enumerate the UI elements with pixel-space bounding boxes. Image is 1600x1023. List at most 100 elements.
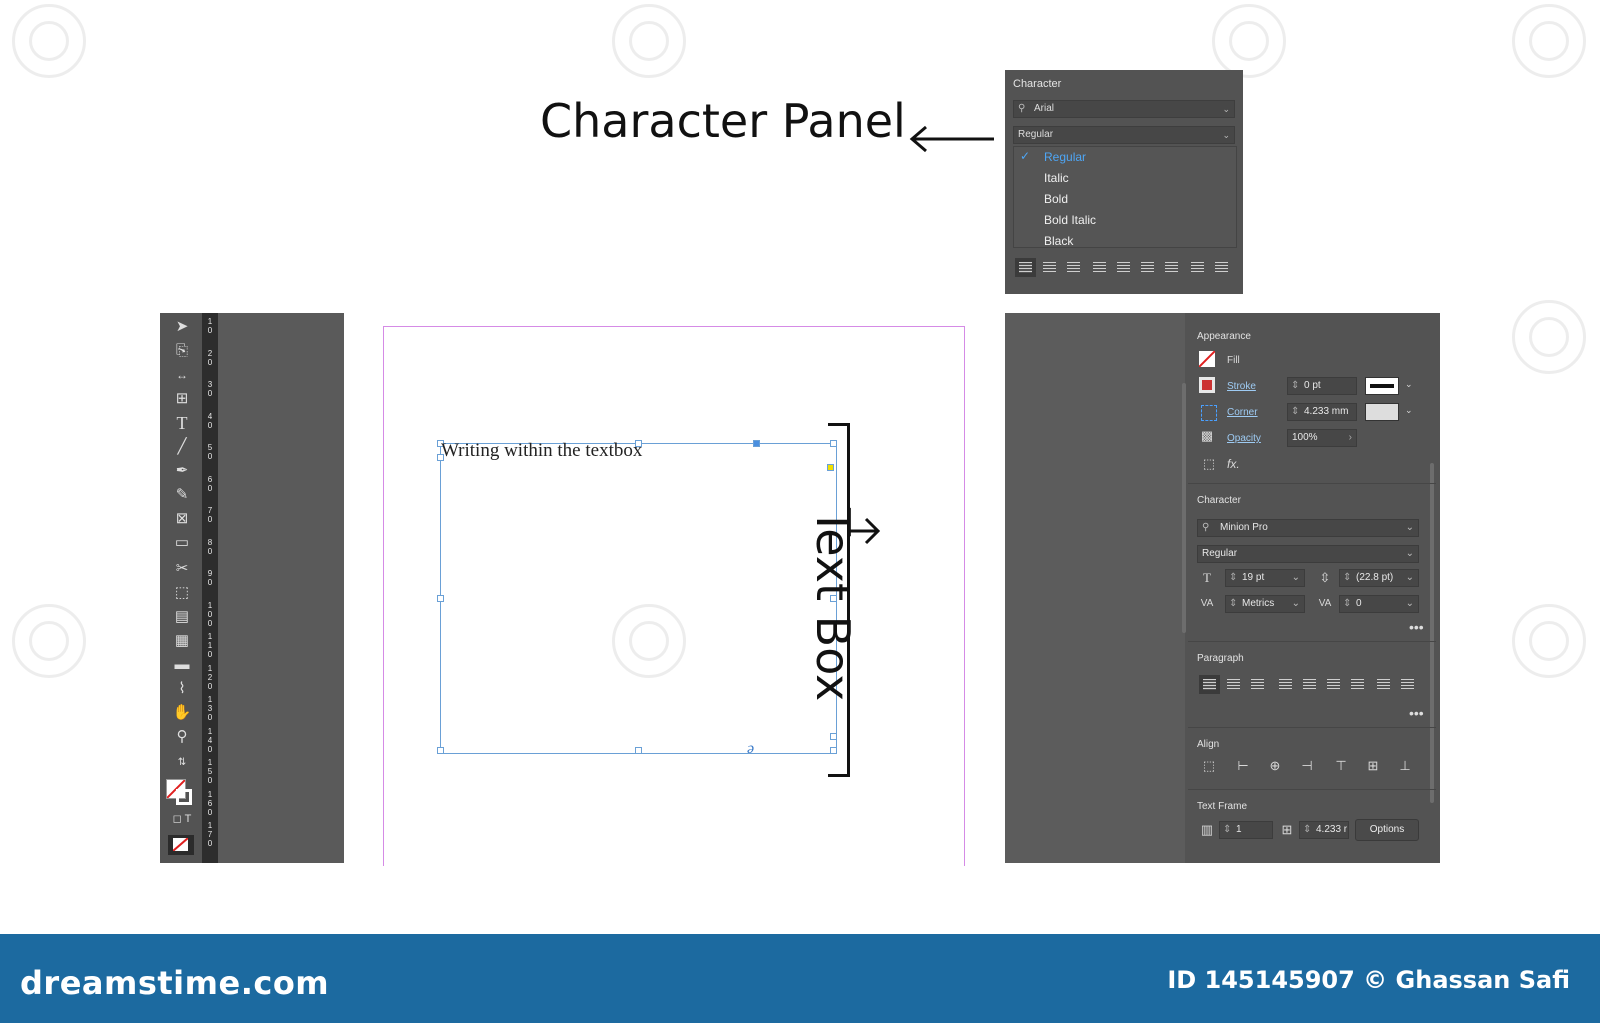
font-family-value: Minion Pro: [1220, 522, 1268, 533]
ruler-tick-label: 90: [207, 569, 213, 587]
panel-scrollbar[interactable]: [1182, 383, 1186, 633]
justify-right-icon[interactable]: [1141, 262, 1154, 273]
align-towards-spine-icon[interactable]: [1377, 679, 1390, 690]
align-towards-spine-icon[interactable]: [1191, 262, 1204, 273]
opacity-field[interactable]: 100% ›: [1287, 429, 1357, 447]
type-tool-icon[interactable]: T: [172, 413, 192, 433]
align-away-from-spine-icon[interactable]: [1401, 679, 1414, 690]
justify-all-icon[interactable]: [1351, 679, 1364, 690]
stepper-icon: ⇕: [1303, 824, 1312, 835]
align-away-from-spine-icon[interactable]: [1215, 262, 1228, 273]
align-left-icon[interactable]: [1015, 258, 1036, 277]
tracking-field[interactable]: 0 ⇕ ⌄: [1339, 595, 1419, 613]
ruler-tick-label: 130: [207, 695, 213, 722]
effects-icon[interactable]: fx.: [1227, 457, 1240, 471]
stroke-link[interactable]: Stroke: [1227, 381, 1256, 392]
font-style-dropdown[interactable]: Regular ⌄: [1013, 126, 1235, 144]
stroke-weight-value: 0 pt: [1304, 380, 1321, 391]
swap-fill-stroke-icon[interactable]: ⇅: [172, 753, 192, 773]
opacity-value: 100%: [1292, 432, 1318, 443]
free-transform-tool-icon[interactable]: ⬚: [172, 583, 192, 603]
menu-item-regular[interactable]: Regular: [1044, 150, 1086, 164]
stroke-type-dropdown[interactable]: [1365, 377, 1399, 395]
frame-fitting-icon[interactable]: ⬚: [1201, 457, 1217, 471]
ruler-tick-label: 50: [207, 443, 213, 461]
page-tool-icon[interactable]: ⎘: [172, 341, 192, 361]
ruler-tick-label: 80: [207, 537, 213, 556]
corner-options-icon[interactable]: [1201, 405, 1217, 421]
justify-all-icon[interactable]: [1165, 262, 1178, 273]
more-options-icon[interactable]: •••: [1409, 705, 1424, 721]
font-family-dropdown[interactable]: ⚲ Arial ⌄: [1013, 100, 1235, 118]
note-tool-icon[interactable]: ▬: [172, 655, 192, 675]
menu-item-bold[interactable]: Bold: [1044, 192, 1068, 206]
align-horizontal-centers-icon[interactable]: ⊕: [1267, 759, 1283, 773]
hand-tool-icon[interactable]: ✋: [172, 703, 192, 723]
stroke-weight-field[interactable]: 0 pt ⇕: [1287, 377, 1357, 395]
align-to-selection-icon[interactable]: ⬚: [1201, 759, 1217, 773]
resize-handle[interactable]: [437, 747, 444, 754]
watermark-footer: dreamstime.com ID 145145907 © Ghassan Sa…: [0, 934, 1600, 1023]
align-left-icon[interactable]: [1199, 675, 1220, 694]
formatting-container-icon[interactable]: ◻ T: [172, 809, 192, 829]
font-family-dropdown[interactable]: ⚲ Minion Pro ⌄: [1197, 519, 1419, 537]
selection-tool-icon[interactable]: ➤: [172, 317, 192, 337]
align-right-icon[interactable]: [1251, 679, 1264, 690]
resize-handle[interactable]: [437, 595, 444, 602]
menu-item-bold-italic[interactable]: Bold Italic: [1044, 213, 1096, 227]
align-vertical-centers-icon[interactable]: ⊞: [1365, 759, 1381, 773]
rectangle-frame-tool-icon[interactable]: ⊠: [172, 509, 192, 529]
stroke-swatch-icon[interactable]: [176, 789, 192, 805]
more-options-icon[interactable]: •••: [1409, 619, 1424, 635]
font-size-field[interactable]: 19 pt ⇕ ⌄: [1225, 569, 1305, 587]
justify-left-icon[interactable]: [1279, 679, 1292, 690]
resize-handle[interactable]: [635, 747, 642, 754]
properties-scrollbar[interactable]: [1430, 463, 1434, 803]
menu-item-italic[interactable]: Italic: [1044, 171, 1069, 185]
zoom-tool-icon[interactable]: ⚲: [172, 727, 192, 747]
gradient-feather-tool-icon[interactable]: ▦: [172, 631, 192, 651]
justify-center-icon[interactable]: [1303, 679, 1316, 690]
align-right-edges-icon[interactable]: ⊣: [1299, 759, 1315, 773]
ruler-tick-label: 170: [207, 821, 213, 848]
align-center-icon[interactable]: [1227, 679, 1240, 690]
kerning-field[interactable]: Metrics ⇕ ⌄: [1225, 595, 1305, 613]
toolbar: ➤ ⎘ ↔ ⊞ T ╱ ✒ ✎ ⊠ ▭ ✂ ⬚ ▤ ▦ ▬ ⌇ ✋ ⚲ ⇅ ◻ …: [160, 313, 206, 863]
corner-shape-dropdown[interactable]: [1365, 403, 1399, 421]
align-right-icon[interactable]: [1067, 262, 1080, 273]
content-collector-icon[interactable]: ⊞: [172, 389, 192, 409]
apply-none-icon[interactable]: [168, 835, 194, 855]
in-port-handle[interactable]: [753, 440, 760, 447]
stepper-icon: ⇕: [1223, 824, 1232, 835]
corner-size-field[interactable]: 4.233 mm ⇕: [1287, 403, 1357, 421]
scissors-tool-icon[interactable]: ✂: [172, 559, 192, 579]
pen-tool-icon[interactable]: ✒: [172, 461, 192, 481]
font-family-value: Arial: [1034, 103, 1055, 114]
align-center-icon[interactable]: [1043, 262, 1056, 273]
align-bottom-edges-icon[interactable]: ⊥: [1397, 759, 1413, 773]
gutter-field[interactable]: 4.233 r ⇕: [1299, 821, 1349, 839]
fill-swatch-icon[interactable]: [1198, 350, 1216, 368]
corner-link[interactable]: Corner: [1227, 407, 1258, 418]
panel-dock-area: [1005, 313, 1185, 863]
eyedropper-tool-icon[interactable]: ⌇: [172, 679, 192, 699]
justify-right-icon[interactable]: [1327, 679, 1340, 690]
leading-field[interactable]: (22.8 pt) ⇕ ⌄: [1339, 569, 1419, 587]
rectangle-tool-icon[interactable]: ▭: [172, 533, 192, 553]
line-tool-icon[interactable]: ╱: [172, 437, 192, 457]
justify-center-icon[interactable]: [1117, 262, 1130, 273]
chevron-down-icon: ⌄: [1405, 405, 1413, 415]
pencil-tool-icon[interactable]: ✎: [172, 485, 192, 505]
align-top-edges-icon[interactable]: ⊤: [1333, 759, 1349, 773]
font-style-dropdown[interactable]: Regular ⌄: [1197, 545, 1419, 563]
gradient-swatch-tool-icon[interactable]: ▤: [172, 607, 192, 627]
stroke-swatch-icon[interactable]: [1199, 377, 1215, 393]
align-left-edges-icon[interactable]: ⊢: [1235, 759, 1251, 773]
justify-left-icon[interactable]: [1093, 262, 1106, 273]
text-frame-options-button[interactable]: Options: [1355, 819, 1419, 841]
columns-field[interactable]: 1 ⇕: [1219, 821, 1273, 839]
opacity-link[interactable]: Opacity: [1227, 433, 1261, 444]
text-frame[interactable]: ə: [437, 440, 837, 757]
menu-item-black[interactable]: Black: [1044, 234, 1073, 248]
gap-tool-icon[interactable]: ↔: [172, 365, 192, 385]
